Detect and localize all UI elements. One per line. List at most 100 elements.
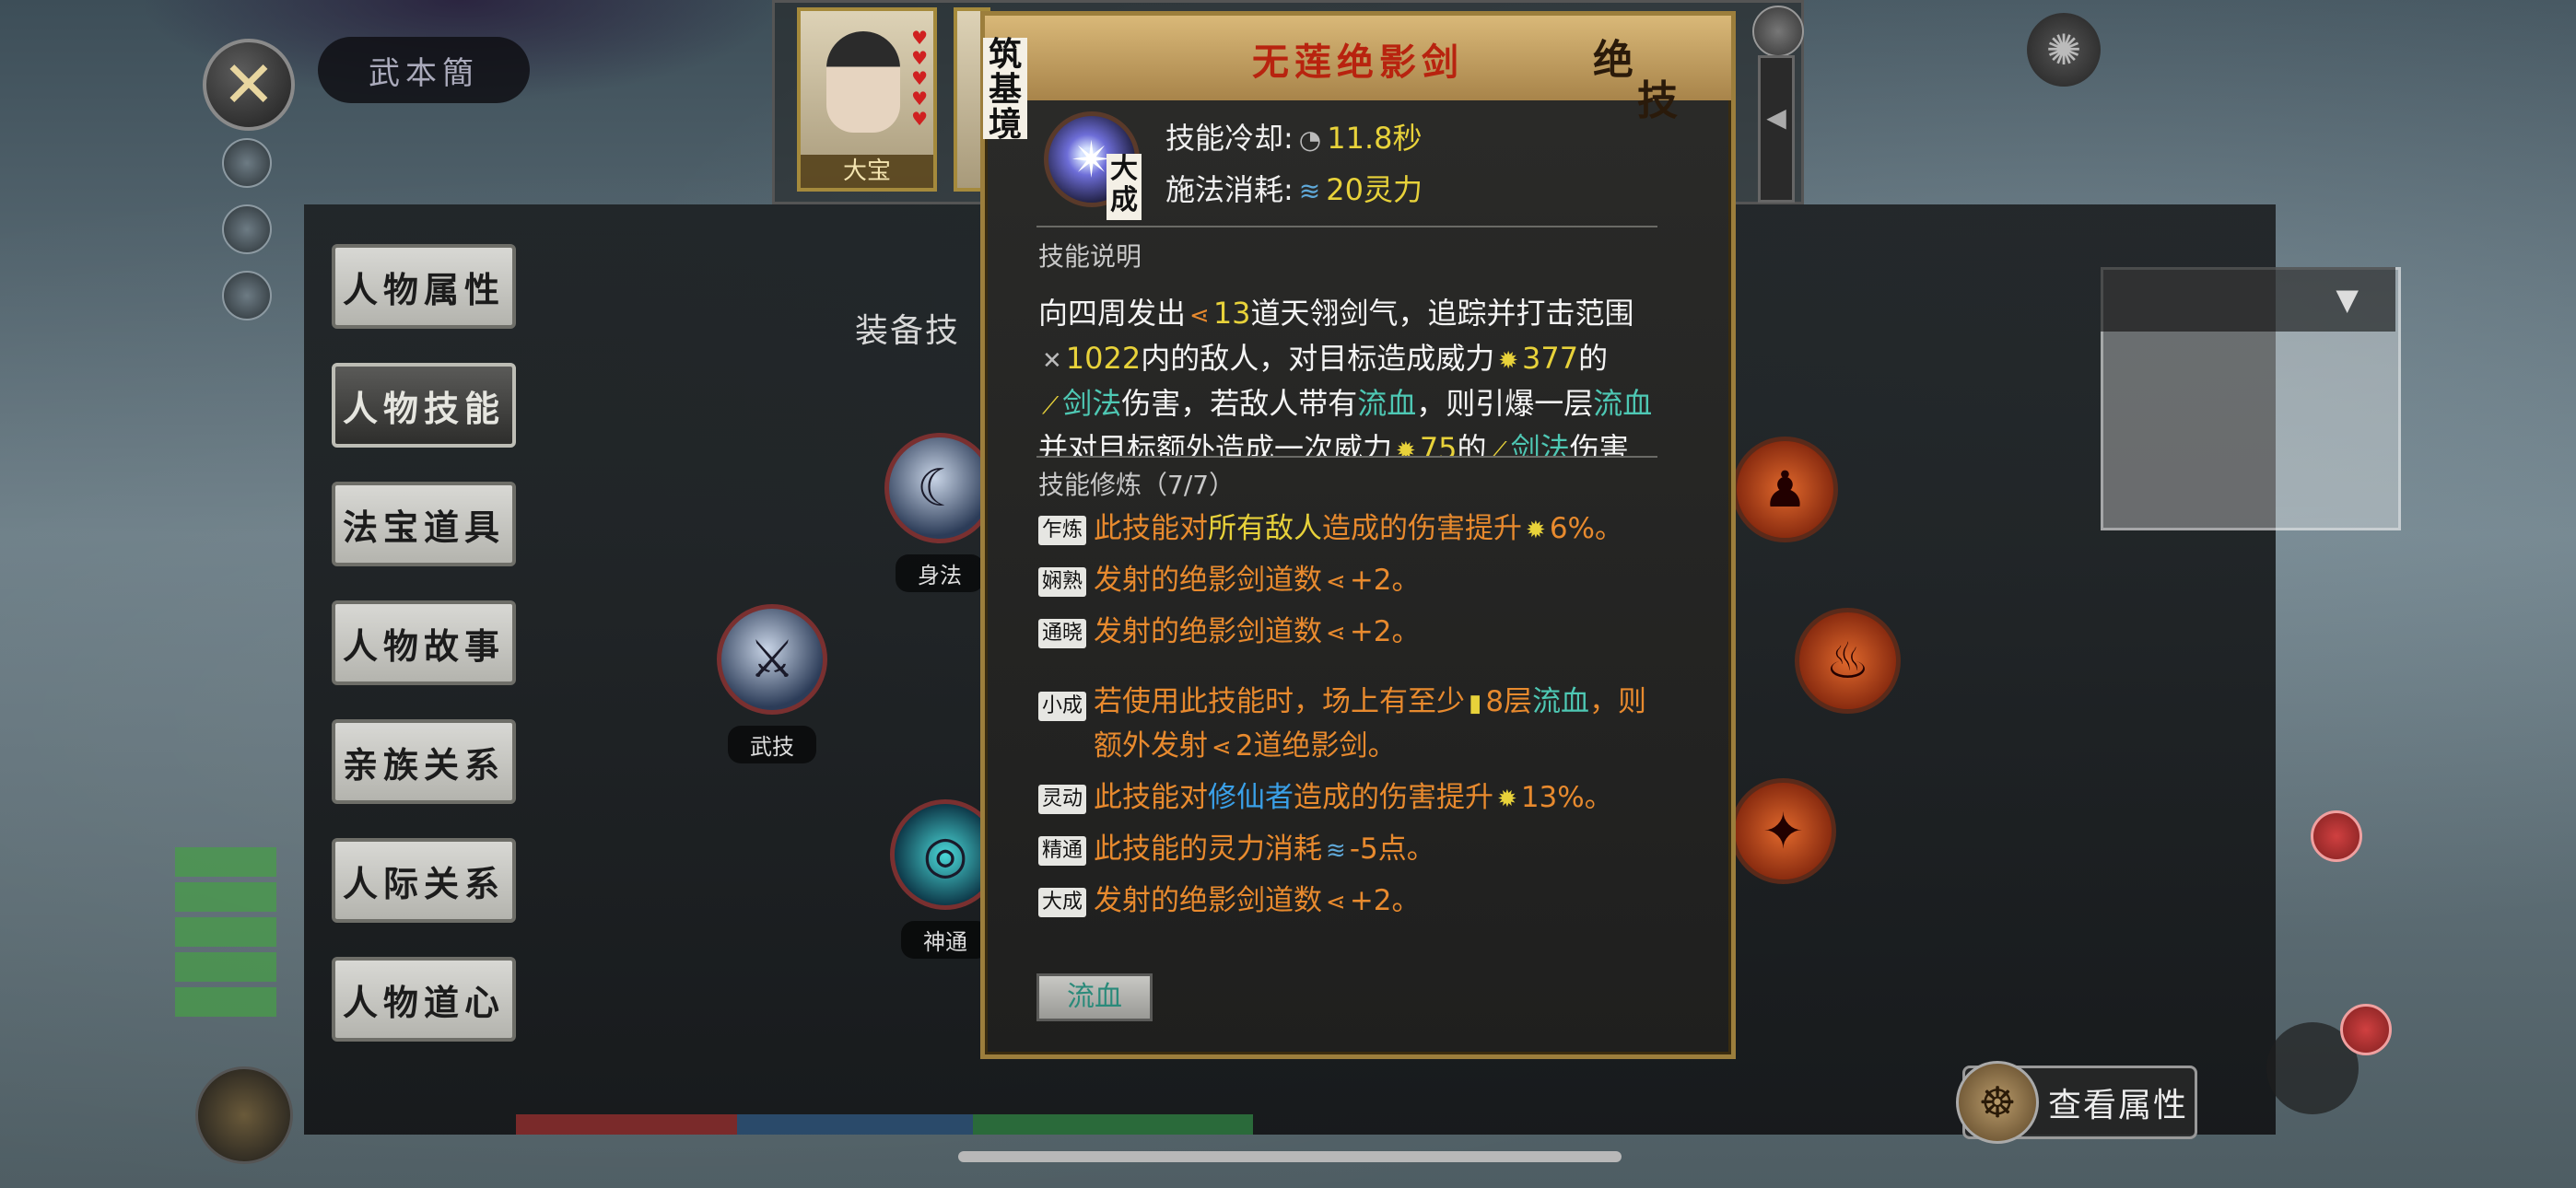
skill-tooltip: 无莲绝影剑 筑基境 绝 技 ✴ 大成 技能冷却: ◔ 11.8秒 施法消耗: ≋ 20灵… bbox=[980, 11, 1736, 1059]
cooldown-label: 技能冷却: bbox=[1165, 121, 1294, 156]
training-text: 8层 bbox=[1485, 685, 1533, 718]
resource-bar bbox=[516, 1114, 1253, 1135]
divider bbox=[1036, 456, 1657, 458]
training-row: 乍炼 此技能对所有敌人造成的伤害提升 ✹ 6%。 bbox=[1038, 507, 1702, 552]
training-highlight: 所有敌人 bbox=[1208, 512, 1323, 545]
skill-rank-badge: 大成 bbox=[1107, 154, 1142, 220]
skill-node-movement[interactable]: ☾ 身法 bbox=[884, 433, 995, 592]
fire-figure-icon[interactable]: ♟ bbox=[1732, 437, 1838, 542]
sword-icon: ⟋ bbox=[1490, 437, 1507, 458]
training-highlight: 修仙者 bbox=[1208, 781, 1294, 814]
bottom-left-orb-icon[interactable] bbox=[195, 1066, 293, 1164]
movement-skill-icon: ☾ bbox=[884, 433, 995, 543]
training-tag: 灵动 bbox=[1038, 784, 1087, 814]
meditating-figure-icon: ☸ bbox=[1956, 1061, 2039, 1144]
view-attributes-button[interactable]: ☸ 查看属性 bbox=[1956, 1061, 2197, 1144]
green-tag-list bbox=[175, 847, 276, 1022]
training-text: 发射的绝影剑道数 bbox=[1094, 564, 1323, 597]
deco-orb-icon bbox=[222, 204, 272, 254]
desc-number: 1022 bbox=[1065, 341, 1142, 376]
green-tag bbox=[175, 917, 276, 947]
deco-orb-icon bbox=[222, 271, 272, 320]
sword-qi-icon: ⋖ bbox=[1189, 302, 1210, 330]
spirit-wave-icon: ≋ bbox=[1298, 176, 1321, 206]
sword-qi-icon: ⋖ bbox=[1326, 620, 1346, 647]
desc-keyword: 剑法 bbox=[1062, 386, 1122, 421]
training-text: 额外发射 bbox=[1094, 729, 1209, 763]
sword-qi-icon: ⋖ bbox=[1212, 734, 1232, 762]
sword-skill-icon: ⚔ bbox=[717, 604, 827, 715]
sword-qi-icon: ⋖ bbox=[1326, 889, 1346, 916]
training-text: 此技能对 bbox=[1094, 512, 1209, 545]
training-tag: 娴熟 bbox=[1038, 566, 1087, 597]
training-section-title: 技能修炼（7/7） bbox=[1038, 470, 1235, 500]
gear-icon[interactable]: ✺ bbox=[2027, 13, 2101, 87]
character-face bbox=[826, 31, 900, 133]
power-burst-icon: ✹ bbox=[1497, 786, 1517, 813]
desc-number: 75 bbox=[1419, 431, 1458, 458]
skill-node-label: 武技 bbox=[728, 726, 816, 763]
home-indicator[interactable] bbox=[958, 1151, 1622, 1162]
kick-figure-icon[interactable]: ✦ bbox=[1730, 778, 1836, 884]
menu-item-skills[interactable]: 人物技能 bbox=[332, 363, 516, 448]
side-menu: 人物属性 人物技能 法宝道具 人物故事 亲族关系 人际关系 人物道心 bbox=[332, 244, 516, 1076]
avatar-icon[interactable] bbox=[1752, 6, 1804, 57]
training-text: 发射的绝影剑道数 bbox=[1094, 884, 1323, 917]
menu-item-relations[interactable]: 人际关系 bbox=[332, 838, 516, 923]
cooldown-stat: 技能冷却: ◔ 11.8秒 bbox=[1165, 115, 1423, 157]
desc-keyword: 剑法 bbox=[1510, 431, 1570, 458]
desc-text: ，则引爆一层 bbox=[1416, 386, 1594, 421]
clock-icon: ◔ bbox=[1298, 124, 1322, 155]
desc-keyword: 流血 bbox=[1593, 386, 1653, 421]
power-burst-icon: ✹ bbox=[1498, 347, 1519, 375]
green-tag bbox=[175, 987, 276, 1017]
green-tag bbox=[175, 847, 276, 877]
green-tag bbox=[175, 952, 276, 982]
strip-scroll-left-icon[interactable]: ◀ bbox=[1758, 55, 1795, 203]
desc-text: 伤害，若敌人带有 bbox=[1121, 386, 1358, 421]
close-button[interactable]: ✕ bbox=[203, 39, 295, 131]
heart-icon: ♥ ♥ ♥ ♥ ♥ bbox=[911, 27, 928, 130]
character-name: 大宝 bbox=[801, 155, 933, 188]
stamp-char: 绝 bbox=[1593, 37, 1633, 84]
training-text: ，则 bbox=[1589, 685, 1647, 718]
red-badge-icon[interactable] bbox=[2340, 1004, 2392, 1055]
deco-orb-icon bbox=[222, 138, 272, 188]
menu-item-attributes[interactable]: 人物属性 bbox=[332, 244, 516, 329]
red-badge-icon[interactable] bbox=[2311, 810, 2362, 862]
training-text: 若使用此技能时，场上有至少 bbox=[1094, 685, 1466, 718]
training-text: 造成的伤害提升 bbox=[1294, 781, 1494, 814]
cost-label: 施法消耗: bbox=[1165, 172, 1294, 207]
training-tag: 小成 bbox=[1038, 692, 1087, 721]
training-tag: 乍炼 bbox=[1038, 515, 1087, 545]
spirit-wave-icon: ≋ bbox=[1326, 837, 1346, 865]
desc-text: 内的敌人，对目标造成威力 bbox=[1141, 341, 1495, 376]
realm-badge: 筑基境 bbox=[983, 38, 1027, 143]
menu-item-treasures[interactable]: 法宝道具 bbox=[332, 482, 516, 566]
desc-text: 向四周发出 bbox=[1038, 296, 1187, 331]
training-tag: 精通 bbox=[1038, 835, 1087, 866]
desc-text: 道天翎剑气，追踪并打击范围 bbox=[1250, 296, 1634, 331]
training-keyword: 流血 bbox=[1532, 685, 1590, 718]
desc-number: 13 bbox=[1212, 296, 1251, 331]
training-text: 此技能对 bbox=[1094, 781, 1209, 814]
menu-item-family[interactable]: 亲族关系 bbox=[332, 719, 516, 804]
training-text: 此技能的灵力消耗 bbox=[1094, 833, 1323, 866]
character-portrait[interactable]: ♥ ♥ ♥ ♥ ♥ 大宝 bbox=[797, 7, 937, 192]
page-title: 武本簡 bbox=[318, 37, 530, 103]
training-text: 2道绝影剑。 bbox=[1235, 729, 1397, 763]
training-tag: 大成 bbox=[1038, 887, 1087, 917]
skill-type-stamp: 绝 技 bbox=[1593, 27, 1694, 124]
menu-item-dao-heart[interactable]: 人物道心 bbox=[332, 957, 516, 1042]
scroll-icon: ▮ bbox=[1469, 690, 1482, 717]
cooldown-value: 11.8秒 bbox=[1327, 121, 1423, 156]
flame-aura-icon[interactable]: ♨ bbox=[1795, 608, 1901, 714]
training-row: 精通 此技能的灵力消耗 ≋ -5点。 bbox=[1038, 828, 1702, 872]
skill-node-label: 身法 bbox=[896, 554, 984, 592]
equip-skills-title: 装备技 bbox=[855, 312, 961, 350]
skill-node-martial[interactable]: ⚔ 武技 bbox=[717, 604, 827, 763]
bleed-keyword-button[interactable]: 流血 bbox=[1036, 973, 1153, 1021]
menu-item-story[interactable]: 人物故事 bbox=[332, 600, 516, 685]
desc-number: 377 bbox=[1522, 341, 1579, 376]
right-panel-dropdown[interactable]: ▼ bbox=[2101, 267, 2395, 332]
